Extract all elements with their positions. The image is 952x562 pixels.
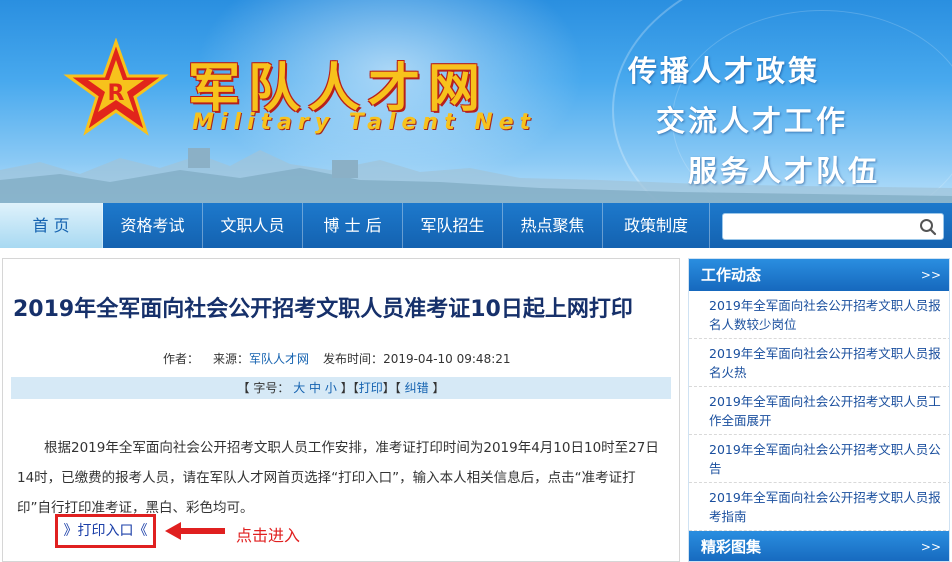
article-meta: 作者： 来源：军队人才网 发布时间：2019-04-10 09:48:21	[163, 350, 511, 367]
time-label: 发布时间：	[323, 352, 384, 366]
search-icon[interactable]	[919, 218, 937, 236]
banner-slogan-1: 传播人才政策	[628, 54, 821, 88]
nav-civilian-staff[interactable]: 文职人员	[203, 203, 303, 248]
bracket: 】【	[382, 381, 401, 395]
source-link[interactable]: 军队人才网	[249, 352, 309, 366]
sidebar-section-work-news: 工作动态 >>	[689, 259, 949, 291]
bracket: 【	[237, 381, 250, 395]
main-nav: 首 页 资格考试 文职人员 博 士 后 军队招生 热点聚焦 政策制度	[0, 203, 952, 248]
nav-qualification-exam[interactable]: 资格考试	[103, 203, 203, 248]
svg-text:R: R	[108, 81, 125, 106]
banner-slogan-3: 服务人才队伍	[688, 154, 881, 188]
nav-policy[interactable]: 政策制度	[603, 203, 710, 248]
news-item[interactable]: 2019年全军面向社会公开招考文职人员报考指南	[689, 483, 949, 531]
nav-hot-topics[interactable]: 热点聚焦	[503, 203, 603, 248]
author-label: 作者：	[163, 352, 200, 366]
article-title: 2019年全军面向社会公开招考文职人员准考证10日起上网打印	[13, 297, 633, 322]
font-size-label: 字号：	[253, 381, 290, 395]
site-logo-english: Military Talent Net	[192, 110, 537, 135]
news-list: 2019年全军面向社会公开招考文职人员报名人数较少岗位 2019年全军面向社会公…	[689, 291, 949, 531]
news-item[interactable]: 2019年全军面向社会公开招考文职人员报名火热	[689, 339, 949, 387]
publish-time: 2019-04-10 09:48:21	[383, 352, 511, 366]
report-error-link[interactable]: 纠错	[405, 381, 429, 395]
article-toolbar: 【 字号： 大 中 小 】【打印】【 纠错 】	[11, 377, 671, 399]
search-input[interactable]	[722, 213, 944, 240]
click-hint-label: 点击进入	[236, 526, 301, 545]
bracket: 】【	[340, 381, 359, 395]
sidebar-section-gallery: 精彩图集 >>	[689, 531, 949, 561]
site-banner: R 军队人才网 Military Talent Net 传播人才政策 交流人才工…	[0, 0, 952, 203]
army-star-emblem-icon: R	[63, 38, 169, 136]
print-entry-link[interactable]: 》打印入口《	[55, 514, 156, 548]
news-item[interactable]: 2019年全军面向社会公开招考文职人员报名人数较少岗位	[689, 291, 949, 339]
more-link[interactable]: >>	[921, 259, 941, 291]
print-link[interactable]: 打印	[359, 381, 383, 395]
sidebar: 工作动态 >> 2019年全军面向社会公开招考文职人员报名人数较少岗位 2019…	[688, 258, 950, 562]
nav-home[interactable]: 首 页	[0, 203, 103, 248]
sidebar-section-title: 工作动态	[701, 266, 762, 284]
article-panel: 2019年全军面向社会公开招考文职人员准考证10日起上网打印 作者： 来源：军队人…	[2, 258, 680, 562]
more-link[interactable]: >>	[921, 531, 941, 561]
pointing-arrow-icon	[165, 522, 225, 540]
nav-military-admission[interactable]: 军队招生	[403, 203, 503, 248]
nav-postdoc[interactable]: 博 士 后	[303, 203, 403, 248]
banner-slogan-2: 交流人才工作	[656, 104, 849, 138]
news-item[interactable]: 2019年全军面向社会公开招考文职人员公告	[689, 435, 949, 483]
sidebar-section-title: 精彩图集	[701, 538, 762, 556]
source-label: 来源：	[213, 352, 250, 366]
article-body: 根据2019年全军面向社会公开招考文职人员工作安排，准考证打印时间为2019年4…	[17, 440, 659, 516]
news-item[interactable]: 2019年全军面向社会公开招考文职人员工作全面展开	[689, 387, 949, 435]
font-size-medium-link[interactable]: 中	[309, 381, 321, 395]
font-size-small-link[interactable]: 小	[325, 381, 337, 395]
font-size-large-link[interactable]: 大	[293, 381, 305, 395]
bracket: 】	[432, 381, 445, 395]
